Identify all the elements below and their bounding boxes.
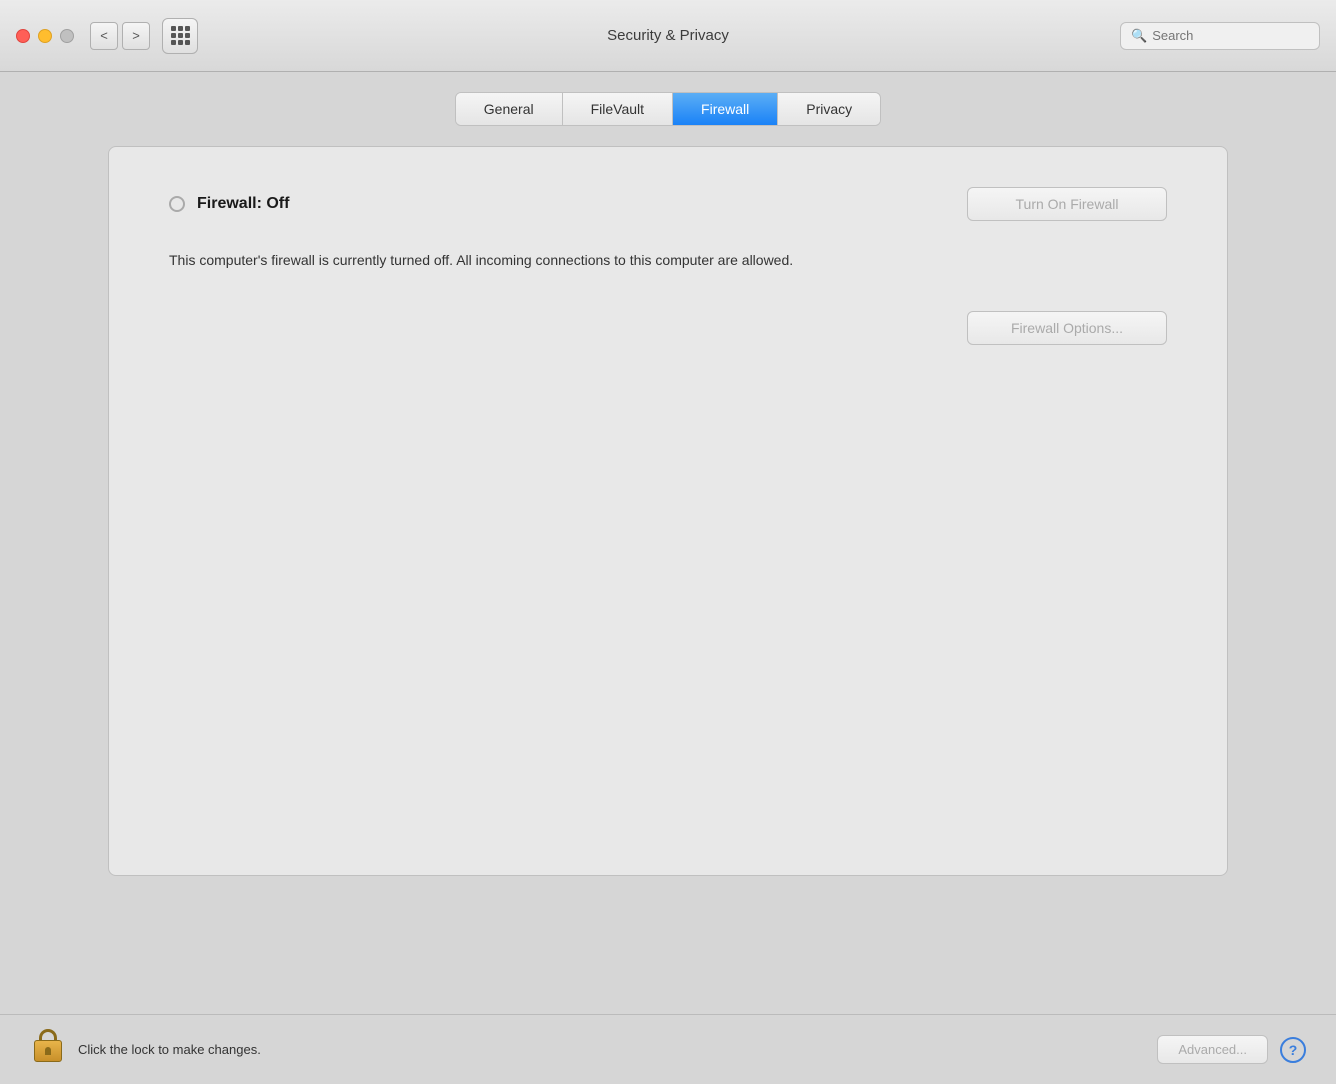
turn-on-firewall-button[interactable]: Turn On Firewall bbox=[967, 187, 1167, 221]
nav-buttons: < > bbox=[90, 22, 150, 50]
firewall-panel: Firewall: Off Turn On Firewall This comp… bbox=[108, 146, 1228, 876]
tab-bar: General FileVault Firewall Privacy bbox=[455, 92, 881, 126]
lock-section[interactable]: Click the lock to make changes. bbox=[30, 1029, 261, 1071]
forward-button[interactable]: > bbox=[122, 22, 150, 50]
grid-button[interactable] bbox=[162, 18, 198, 54]
main-content: General FileVault Firewall Privacy Firew… bbox=[0, 72, 1336, 906]
help-button[interactable]: ? bbox=[1280, 1037, 1306, 1063]
lock-icon[interactable] bbox=[30, 1029, 66, 1071]
tab-filevault[interactable]: FileVault bbox=[563, 93, 673, 125]
bottom-bar: Click the lock to make changes. Advanced… bbox=[0, 1014, 1336, 1084]
advanced-button[interactable]: Advanced... bbox=[1157, 1035, 1268, 1064]
tab-firewall[interactable]: Firewall bbox=[673, 93, 778, 125]
options-row: Firewall Options... bbox=[169, 311, 1167, 345]
close-button[interactable] bbox=[16, 29, 30, 43]
tab-general[interactable]: General bbox=[456, 93, 563, 125]
maximize-button bbox=[60, 29, 74, 43]
minimize-button[interactable] bbox=[38, 29, 52, 43]
titlebar: < > Security & Privacy 🔍 bbox=[0, 0, 1336, 72]
firewall-options-button[interactable]: Firewall Options... bbox=[967, 311, 1167, 345]
back-button[interactable]: < bbox=[90, 22, 118, 50]
firewall-description: This computer's firewall is currently tu… bbox=[169, 249, 869, 271]
window-controls bbox=[16, 29, 74, 43]
lock-keyhole bbox=[45, 1047, 51, 1055]
search-input[interactable] bbox=[1152, 28, 1309, 43]
lock-label: Click the lock to make changes. bbox=[78, 1042, 261, 1057]
bottom-right: Advanced... ? bbox=[1157, 1035, 1306, 1064]
lock-body bbox=[34, 1040, 62, 1062]
lock-shackle bbox=[39, 1029, 57, 1041]
status-indicator bbox=[169, 196, 185, 212]
window-title: Security & Privacy bbox=[607, 27, 729, 44]
status-left: Firewall: Off bbox=[169, 195, 289, 213]
search-box[interactable]: 🔍 bbox=[1120, 22, 1320, 50]
firewall-status-label: Firewall: Off bbox=[197, 195, 289, 213]
grid-icon bbox=[171, 26, 190, 45]
tab-privacy[interactable]: Privacy bbox=[778, 93, 880, 125]
search-icon: 🔍 bbox=[1131, 28, 1147, 44]
status-row: Firewall: Off Turn On Firewall bbox=[169, 187, 1167, 221]
